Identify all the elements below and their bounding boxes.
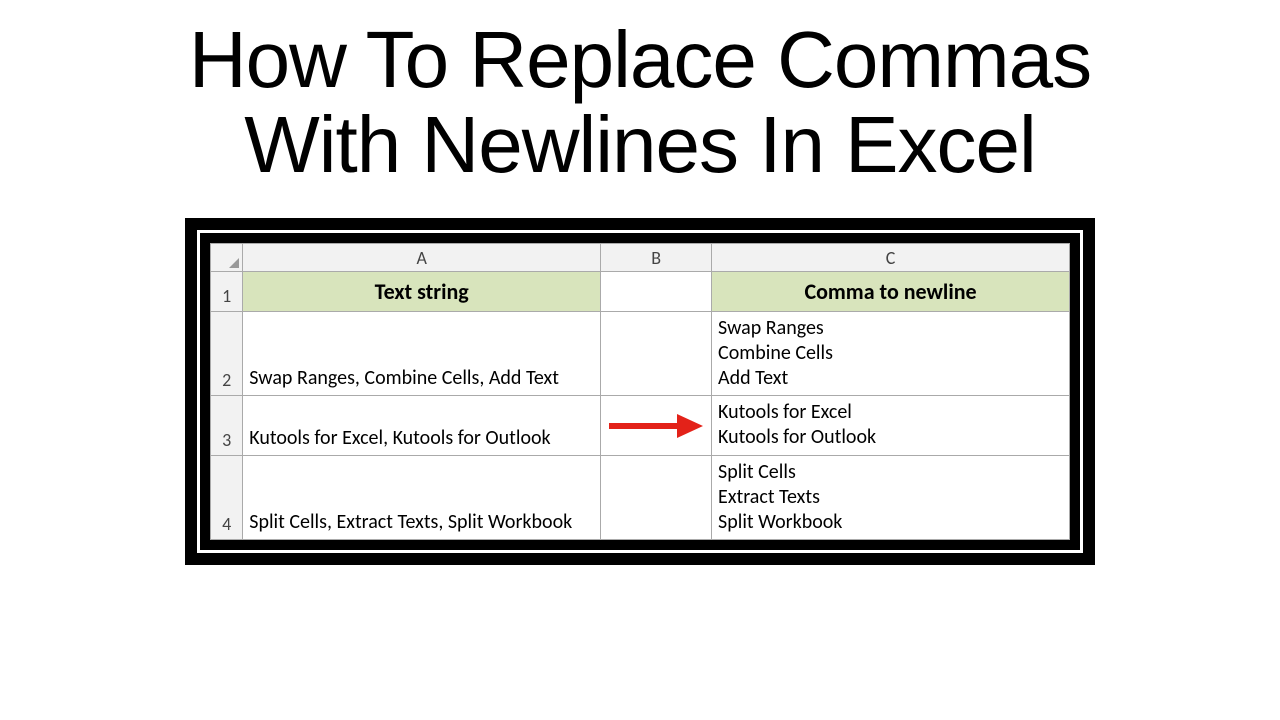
screenshot-frame-inner: A B C 1 Text string Comma to newline 2 S… <box>197 230 1083 553</box>
grid-table: A B C 1 Text string Comma to newline 2 S… <box>210 243 1070 540</box>
cell-b4[interactable] <box>601 456 712 540</box>
cell-b2[interactable] <box>601 312 712 396</box>
column-header-b[interactable]: B <box>601 244 712 272</box>
column-header-row: A B C <box>211 244 1070 272</box>
arrow-icon <box>609 414 704 438</box>
row-4: 4 Split Cells, Extract Texts, Split Work… <box>211 456 1070 540</box>
row-3: 3 Kutools for Excel, Kutools for Outlook… <box>211 396 1070 456</box>
cell-a2-text: Swap Ranges, Combine Cells, Add Text <box>249 366 559 390</box>
title-line-1: How To Replace Commas <box>189 15 1091 104</box>
header-text-string: Text string <box>375 278 469 305</box>
header-comma-to-newline: Comma to newline <box>804 278 976 305</box>
row-header-4-label: 4 <box>222 513 231 535</box>
column-header-b-label: B <box>651 247 661 269</box>
cell-c2-text: Swap Ranges Combine Cells Add Text <box>718 316 833 390</box>
cell-a4-text: Split Cells, Extract Texts, Split Workbo… <box>249 510 572 534</box>
row-header-2[interactable]: 2 <box>211 312 243 396</box>
cell-a1[interactable]: Text string <box>243 272 601 312</box>
cell-c3-text: Kutools for Excel Kutools for Outlook <box>718 400 876 449</box>
cell-c2[interactable]: Swap Ranges Combine Cells Add Text <box>712 312 1070 396</box>
title-line-2: With Newlines In Excel <box>244 100 1036 189</box>
row-header-4[interactable]: 4 <box>211 456 243 540</box>
row-header-1[interactable]: 1 <box>211 272 243 312</box>
page: How To Replace Commas With Newlines In E… <box>0 0 1280 720</box>
cell-b1[interactable] <box>601 272 712 312</box>
column-header-c[interactable]: C <box>712 244 1070 272</box>
row-header-3[interactable]: 3 <box>211 396 243 456</box>
page-title: How To Replace Commas With Newlines In E… <box>0 18 1280 188</box>
row-header-1-label: 1 <box>222 285 231 307</box>
cell-a4[interactable]: Split Cells, Extract Texts, Split Workbo… <box>243 456 601 540</box>
spreadsheet: A B C 1 Text string Comma to newline 2 S… <box>210 243 1070 540</box>
screenshot-frame: A B C 1 Text string Comma to newline 2 S… <box>185 218 1095 565</box>
row-2: 2 Swap Ranges, Combine Cells, Add Text S… <box>211 312 1070 396</box>
cell-c1[interactable]: Comma to newline <box>712 272 1070 312</box>
cell-a2[interactable]: Swap Ranges, Combine Cells, Add Text <box>243 312 601 396</box>
cell-c4-text: Split Cells Extract Texts Split Workbook <box>718 460 842 534</box>
row-1: 1 Text string Comma to newline <box>211 272 1070 312</box>
column-header-c-label: C <box>886 247 896 269</box>
row-header-3-label: 3 <box>222 429 231 451</box>
cell-a3-text: Kutools for Excel, Kutools for Outlook <box>249 426 550 450</box>
cell-c3[interactable]: Kutools for Excel Kutools for Outlook <box>712 396 1070 456</box>
row-header-2-label: 2 <box>222 369 231 391</box>
select-all-corner[interactable] <box>211 244 243 272</box>
column-header-a-label: A <box>416 247 426 269</box>
cell-a3[interactable]: Kutools for Excel, Kutools for Outlook <box>243 396 601 456</box>
cell-c4[interactable]: Split Cells Extract Texts Split Workbook <box>712 456 1070 540</box>
column-header-a[interactable]: A <box>243 244 601 272</box>
cell-b3[interactable] <box>601 396 712 456</box>
